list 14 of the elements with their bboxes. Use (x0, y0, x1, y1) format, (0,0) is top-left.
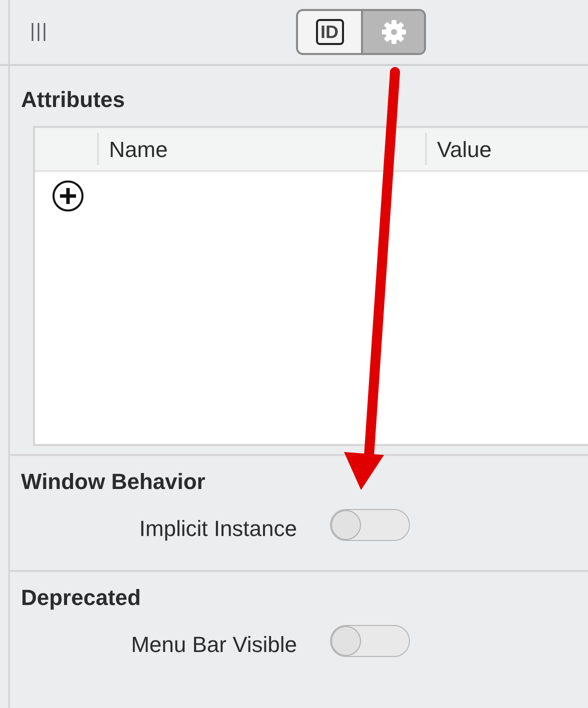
toggle-switch[interactable] (330, 509, 410, 541)
toggle-switch[interactable] (330, 625, 410, 657)
add-icon[interactable] (52, 180, 84, 212)
setting-label: Menu Bar Visible (130, 631, 297, 659)
identity-tab[interactable]: ID (298, 11, 361, 53)
section-title: Attributes (21, 86, 126, 114)
section-title: Window Behavior (21, 468, 206, 496)
column-header[interactable]: Name (97, 133, 425, 165)
section-title: Deprecated (21, 584, 142, 612)
drag-handle-icon[interactable] (31, 23, 46, 41)
column-header[interactable]: Value (425, 133, 588, 165)
gear-icon (380, 19, 406, 45)
setting-label: Implicit Instance (138, 515, 297, 543)
attributes-tab[interactable] (361, 11, 424, 53)
